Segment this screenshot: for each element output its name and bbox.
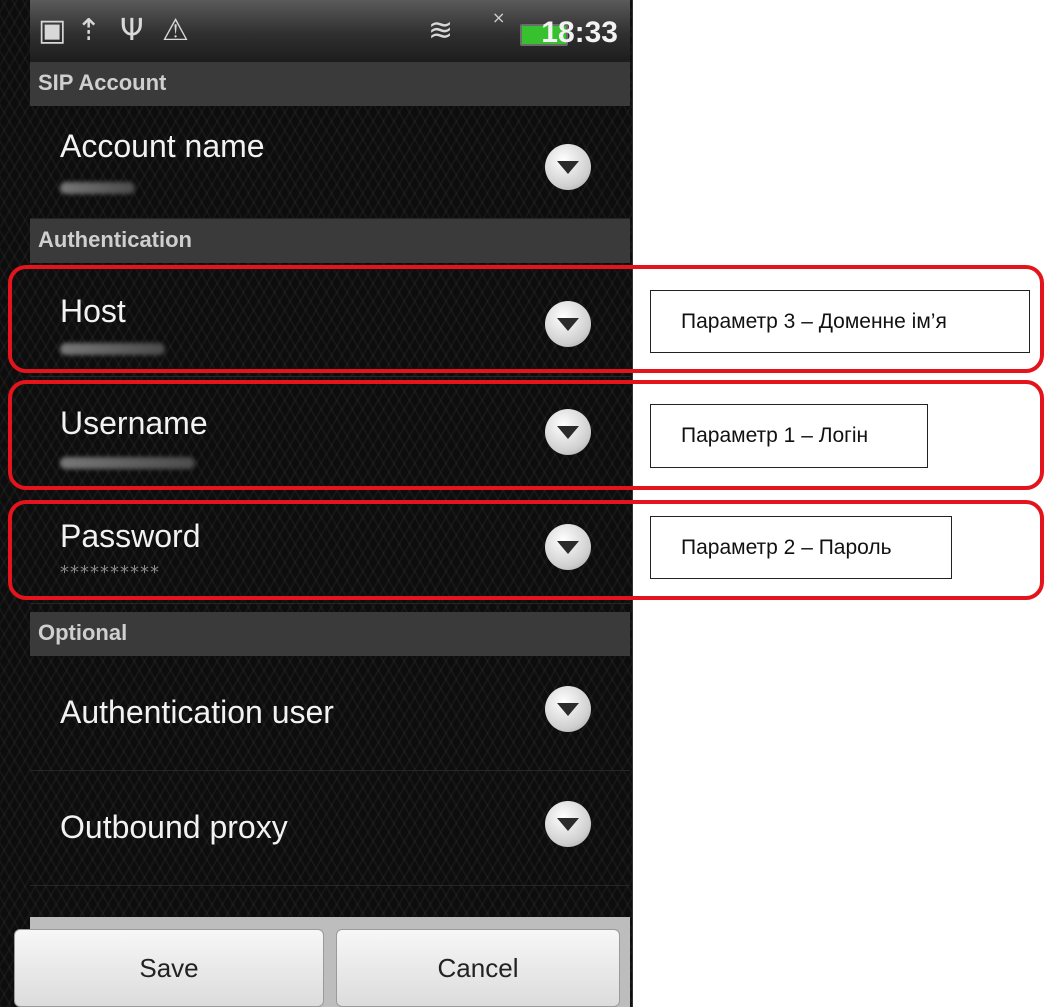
cancel-button[interactable]: Cancel [336, 929, 620, 1007]
usb-icon: Ψ [120, 13, 144, 48]
section-header-sip-account: SIP Account [30, 62, 630, 106]
setting-authentication-user[interactable]: Authentication user [30, 656, 630, 771]
status-time: 18:33 [541, 16, 618, 49]
upload-icon: ⇡ [76, 13, 102, 48]
chevron-down-icon[interactable] [545, 686, 591, 732]
status-bar: ▣ ⇡ Ψ ⚠ ≋ × 18:33 [30, 0, 630, 62]
annotation-host: Параметр 3 – Доменне ім’я [650, 290, 1030, 353]
setting-value-redacted [60, 182, 135, 194]
save-button[interactable]: Save [14, 929, 324, 1007]
setting-outbound-proxy[interactable]: Outbound proxy [30, 771, 630, 886]
chevron-down-icon[interactable] [545, 801, 591, 847]
chevron-down-icon[interactable] [545, 144, 591, 190]
warning-icon: ⚠ [162, 13, 189, 48]
annotation-password: Параметр 2 – Пароль [650, 516, 952, 579]
annotation-username: Параметр 1 – Логін [650, 404, 928, 468]
setting-title: Authentication user [60, 694, 334, 730]
signal-icon: × [492, 8, 506, 27]
section-title: Optional [38, 620, 128, 645]
section-title: SIP Account [38, 70, 167, 95]
wifi-icon: ≋ [428, 13, 454, 48]
section-title: Authentication [38, 227, 192, 252]
section-header-authentication: Authentication [30, 219, 630, 263]
section-header-optional: Optional [30, 612, 630, 656]
bottom-button-bar: Save Cancel [14, 917, 630, 1007]
briefcase-icon: ▣ [38, 13, 67, 48]
setting-title: Account name [60, 128, 265, 164]
setting-title: Outbound proxy [60, 809, 288, 845]
setting-account-name[interactable]: Account name [30, 106, 630, 219]
